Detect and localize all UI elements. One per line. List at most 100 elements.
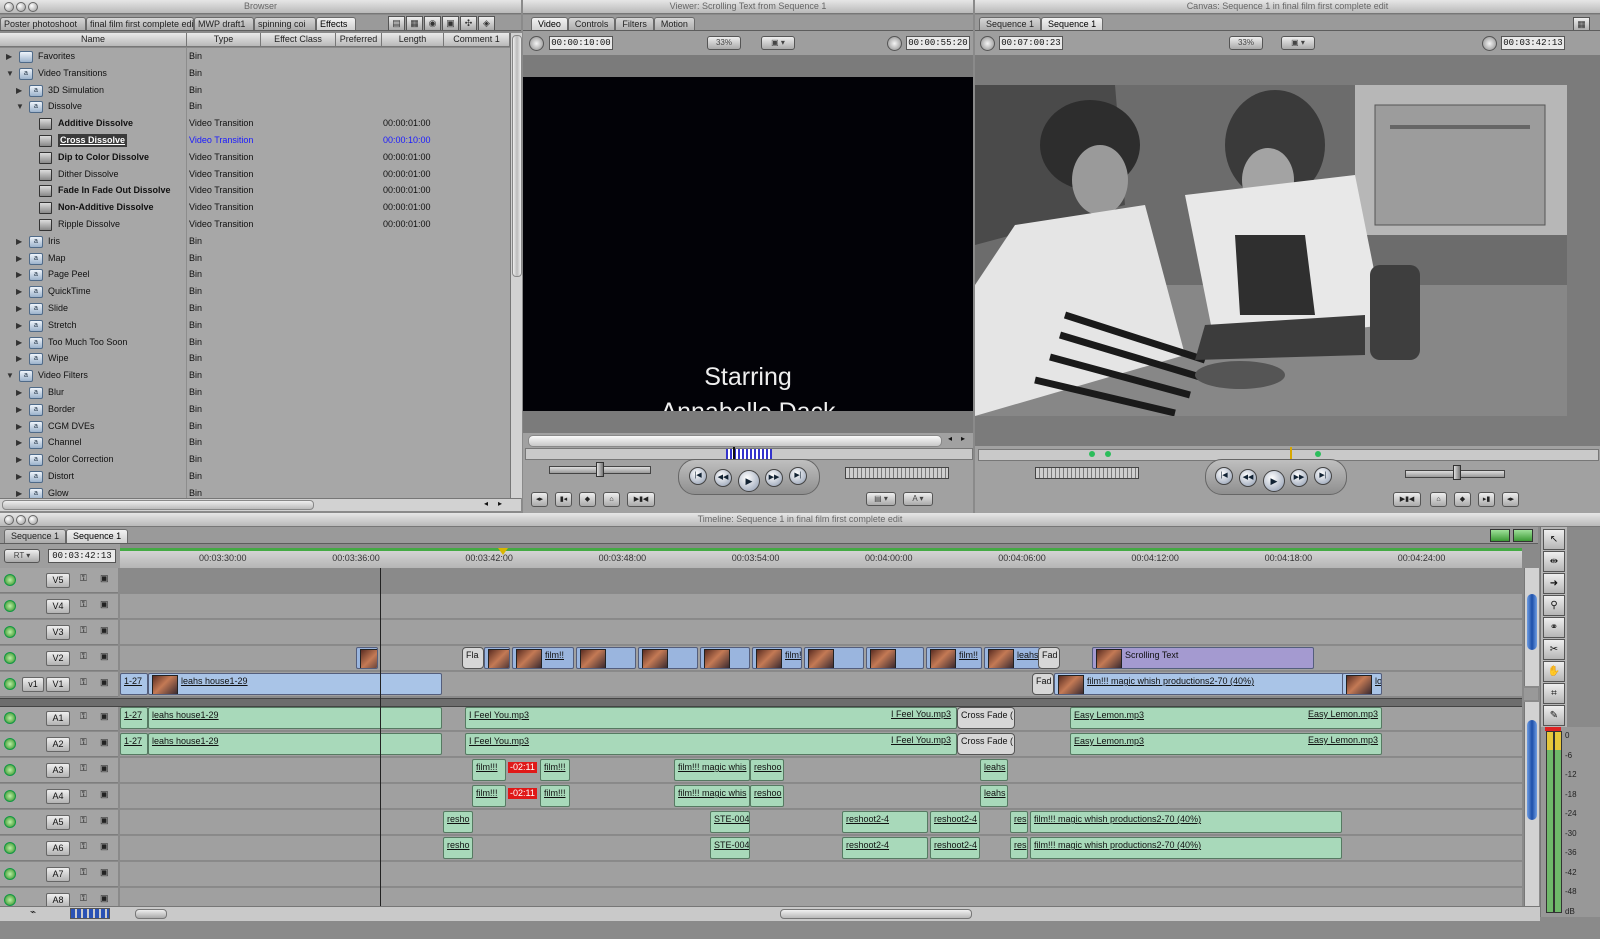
canvas-play-in-out-icon[interactable]: |◀ [1215,467,1233,485]
timeline-clip[interactable]: reshoot2-4 [930,811,980,833]
browser-row[interactable]: ▶ a Border Bin [0,401,512,418]
timeline-clip[interactable]: Fad [1038,647,1060,669]
timeline-clip[interactable] [804,647,864,669]
playhead-marker[interactable] [498,548,508,555]
timeline-zoom-icon[interactable] [28,515,38,525]
viewer-mark-clip-icon[interactable]: ▮◂ [555,492,572,507]
viewer-zoom-popup[interactable]: 33% [707,36,741,50]
disclosure-open-icon[interactable]: ▼ [16,98,24,115]
canvas-tab-0[interactable]: Sequence 1 [979,17,1042,30]
viewer-tab-2[interactable]: Filters [615,17,654,30]
lock-icon[interactable]: ⚿ [80,867,87,878]
auto-select-icon[interactable]: ▣ [100,867,109,878]
timeline-clip[interactable]: Easy Lemon.mp3 [1305,707,1381,729]
viewer-match-frame-icon[interactable]: ◂▸ [531,492,548,507]
timeline-clip[interactable]: film!! [926,647,982,669]
icon-view-icon[interactable]: ▦ [406,16,423,30]
timeline-clip[interactable]: Fad [1032,673,1054,695]
auto-select-icon[interactable]: ▣ [100,625,109,636]
disclosure-closed-icon[interactable]: ▶ [16,451,22,468]
timeline-minimize-icon[interactable] [16,515,26,525]
timeline-clip[interactable]: STE-004 [710,811,750,833]
timeline-clip[interactable]: log [1342,673,1382,695]
canvas-duration-dial[interactable] [980,36,995,51]
disclosure-closed-icon[interactable]: ▶ [16,434,22,451]
close-icon[interactable] [4,2,14,12]
timeline-ruler[interactable]: 00:03:30:00 00:03:36:00 00:03:42:00 00:03:4… [120,548,1522,569]
disclosure-closed-icon[interactable]: ▶ [16,300,22,317]
hand-tool-icon[interactable]: ✋ [1543,661,1565,682]
browser-row[interactable]: Dither Dissolve Video Transition 00:00:01:… [0,166,512,183]
track-name[interactable]: V5 [46,573,70,588]
timeline-clip[interactable] [484,647,510,669]
canvas-jog[interactable] [1035,467,1139,479]
scroll-right-icon[interactable]: ▸ [498,499,502,508]
roll-tool-icon[interactable]: ⚲ [1543,595,1565,616]
selection-tool-icon[interactable]: ↖ [1543,529,1565,550]
browser-row[interactable]: ▶ a Color Correction Bin [0,451,512,468]
browser-tab-0[interactable]: Poster photoshoot [0,17,86,30]
timeline-clip[interactable]: I Feel You.mp3 [888,707,958,729]
canvas-video-frame[interactable] [975,85,1567,416]
list-view-icon[interactable]: ▤ [388,16,405,30]
browser-row[interactable]: ▶ a Page Peel Bin [0,266,512,283]
timeline-clip[interactable]: STE-004 [710,837,750,859]
disclosure-closed-icon[interactable]: ▶ [16,250,22,267]
browser-tab-2[interactable]: MWP draft1 [194,17,254,30]
lock-icon[interactable]: ⚿ [80,651,87,662]
timeline-clip[interactable]: leahs house1-29 [148,733,442,755]
disclosure-closed-icon[interactable]: ▶ [16,283,22,300]
auto-select-icon[interactable]: ▣ [100,789,109,800]
track-visibility-icon[interactable] [4,738,16,750]
timeline-clip[interactable]: reshoot2-4 [842,811,928,833]
razor-tool-icon[interactable]: ✂ [1543,639,1565,660]
timeline-clip[interactable]: res [1010,811,1028,833]
track-area-a3[interactable] [120,758,1522,783]
timeline-clip[interactable]: film!! [512,647,574,669]
browser-vscroll[interactable] [510,33,522,498]
canvas-shuttle-knob[interactable] [1453,465,1461,480]
grid-icon[interactable]: ▣ [442,16,459,30]
browser-row[interactable]: ▶ a Wipe Bin [0,350,512,367]
auto-select-icon[interactable]: ▣ [100,651,109,662]
canvas-timecode[interactable]: 00:03:42:13 [1501,36,1565,50]
timeline-title-bar[interactable]: Timeline: Sequence 1 in final film first… [0,513,1600,527]
track-height-control[interactable] [70,908,110,919]
canvas-mark-clip-icon[interactable]: ▸▮ [1478,492,1495,507]
browser-row[interactable]: Non-Additive Dissolve Video Transition 00:… [0,199,512,216]
eye-icon[interactable]: ◉ [424,16,441,30]
viewer-video[interactable]: Starring Annabelle Dack [523,77,973,411]
timeline-clip[interactable]: leahs house1-29 [148,673,442,695]
canvas-play-around-icon[interactable]: ▶| [1314,467,1332,485]
browser-row[interactable]: ▶ Favorites Bin [0,48,512,65]
viewer-mark-in-out-icon[interactable]: ▶▮◀ [627,492,655,507]
canvas-marker[interactable] [1089,451,1095,457]
track-visibility-icon[interactable] [4,894,16,906]
browser-row[interactable]: ▶ a Too Much Too Soon Bin [0,334,512,351]
scroll-left-icon[interactable]: ◂ [484,499,488,508]
canvas-marker[interactable] [1105,451,1111,457]
lock-icon[interactable]: ⚿ [80,789,87,800]
viewer-jog[interactable] [845,467,949,479]
timeline-tab-0[interactable]: Sequence 1 [4,529,67,543]
timeline-clip[interactable]: film!! [752,647,802,669]
browser-row[interactable]: ▶ a 3D Simulation Bin [0,82,512,99]
canvas-tab-1[interactable]: Sequence 1 [1041,17,1104,30]
timeline-clip[interactable] [638,647,698,669]
canvas-title-bar[interactable]: Canvas: Sequence 1 in final film first c… [975,0,1600,14]
auto-select-icon[interactable]: ▣ [100,573,109,584]
track-area-a7[interactable] [120,862,1522,887]
viewer-scroll-right-icon[interactable]: ▸ [961,434,965,443]
keyframe-icon[interactable]: ◈ [478,16,495,30]
lock-icon[interactable]: ⚿ [80,711,87,722]
timeline-clip[interactable]: film!!! [472,759,506,781]
track-name[interactable]: A1 [46,711,70,726]
lock-icon[interactable]: ⚿ [80,815,87,826]
timeline-clip[interactable]: film!!! magic whish productions2-70 (40%… [1030,837,1342,859]
viewer-tab-3[interactable]: Motion [653,17,695,30]
browser-row[interactable]: ▶ a Map Bin [0,250,512,267]
timeline-clip[interactable]: resho [443,837,473,859]
browser-row[interactable]: ▶ a Blur Bin [0,384,512,401]
browser-row[interactable]: Dip to Color Dissolve Video Transition 00:… [0,149,512,166]
timeline-hscroll[interactable] [780,909,972,919]
